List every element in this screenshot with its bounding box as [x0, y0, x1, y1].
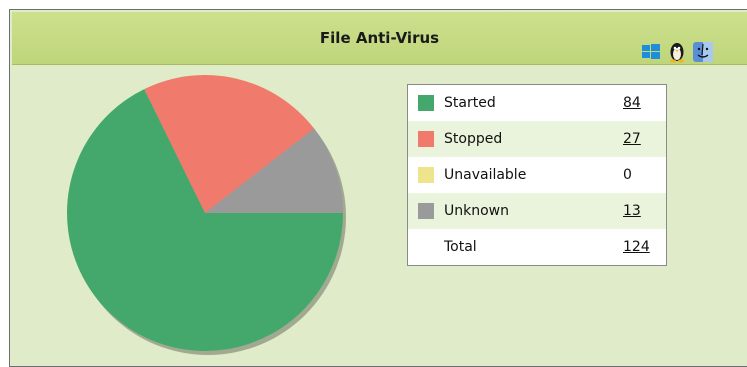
windows-icon[interactable]: [640, 41, 662, 63]
swatch-unknown: [418, 203, 434, 219]
legend-row-total: Total 124: [408, 229, 666, 265]
swatch-unavailable: [418, 167, 434, 183]
swatch-started: [418, 95, 434, 111]
legend-row-started: Started 84: [408, 85, 666, 121]
mac-icon[interactable]: [692, 41, 714, 63]
status-pie-chart: [67, 75, 346, 355]
legend-value-stopped[interactable]: 27: [623, 121, 641, 157]
legend-label-unknown: Unknown: [444, 203, 509, 219]
widget-header: File Anti-Virus: [12, 12, 747, 65]
legend-row-unknown: Unknown 13: [408, 193, 666, 229]
swatch-stopped: [418, 131, 434, 147]
legend-label-unavailable: Unavailable: [444, 167, 527, 183]
legend-label-stopped: Stopped: [444, 131, 503, 147]
legend-value-started[interactable]: 84: [623, 85, 641, 121]
widget-title: File Anti-Virus: [319, 29, 440, 47]
legend-value-total[interactable]: 124: [623, 229, 650, 265]
legend-row-unavailable: Unavailable 0: [408, 157, 666, 193]
legend-row-stopped: Stopped 27: [408, 121, 666, 157]
legend-value-unavailable: 0: [623, 167, 632, 183]
legend-label-started: Started: [444, 95, 496, 111]
legend-value-unknown[interactable]: 13: [623, 193, 641, 229]
status-legend-table: Started 84 Stopped 27 Unavailable 0 Unkn…: [407, 84, 667, 266]
linux-icon[interactable]: [666, 41, 688, 63]
legend-label-total: Total: [444, 239, 477, 255]
